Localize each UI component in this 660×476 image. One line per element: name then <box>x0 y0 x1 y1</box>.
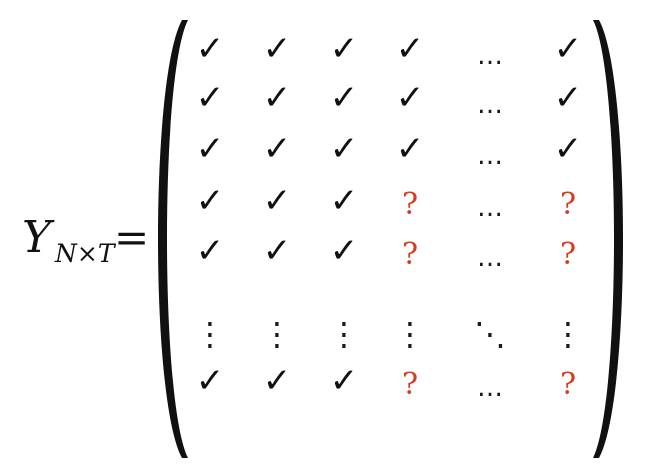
matrix-cell-observed: ✓ <box>554 29 583 69</box>
matrix-cell-ellipsis: ⋮ <box>552 315 584 353</box>
matrix-cell-observed: ✓ <box>263 231 292 271</box>
matrix-cell-missing: ? <box>560 367 576 402</box>
matrix-cell-observed: ✓ <box>330 231 359 271</box>
matrix-cell-missing: ? <box>402 187 418 222</box>
matrix-cell-observed: ✓ <box>330 361 359 401</box>
matrix-cell-observed: ✓ <box>263 29 292 69</box>
matrix-cell-ellipsis: … <box>477 141 503 171</box>
equals-sign: = <box>114 213 149 262</box>
matrix-cell-missing: ? <box>560 237 576 272</box>
left-parenthesis <box>158 20 188 458</box>
matrix-cell-observed: ✓ <box>263 78 292 118</box>
matrix-cell-observed: ✓ <box>196 78 225 118</box>
matrix-cell-observed: ✓ <box>330 78 359 118</box>
lhs-subscript: N×T <box>54 239 117 268</box>
matrix-cell-ellipsis: … <box>477 373 503 403</box>
matrix-cell-observed: ✓ <box>330 29 359 69</box>
matrix-cell-observed: ✓ <box>263 181 292 221</box>
matrix-cell-ellipsis: ⋮ <box>194 315 226 353</box>
matrix-cell-ellipsis: ⋮ <box>328 315 360 353</box>
matrix-cell-ellipsis: … <box>477 90 503 120</box>
equation-lhs: Y N×T = <box>22 212 149 268</box>
matrix-cell-ellipsis: ⋮ <box>394 315 426 353</box>
matrix-cell-missing: ? <box>402 367 418 402</box>
matrix-cell-observed: ✓ <box>396 78 425 118</box>
matrix-cell-observed: ✓ <box>396 29 425 69</box>
matrix-cell-observed: ✓ <box>196 29 225 69</box>
matrix-cell-ellipsis: … <box>477 243 503 273</box>
matrix-cell-observed: ✓ <box>554 129 583 169</box>
matrix-cell-observed: ✓ <box>263 129 292 169</box>
matrix-cell-observed: ✓ <box>196 129 225 169</box>
right-parenthesis <box>593 20 623 458</box>
matrix-cell-ellipsis: … <box>477 193 503 223</box>
lhs-symbol: Y <box>22 212 55 263</box>
matrix-cell-ellipsis: … <box>477 41 503 71</box>
matrix-cell-observed: ✓ <box>396 129 425 169</box>
matrix-cell-observed: ✓ <box>196 361 225 401</box>
matrix-cell-ellipsis: ⋮ <box>261 315 293 353</box>
equation-figure: Y N×T = ✓ ✓ ✓ ✓ … ✓ ✓ ✓ ✓ ✓ … ✓ ✓ ✓ ✓ ✓ … ✓ ✓ ✓ ✓? … ? ✓ ✓ ✓? … ? ⋮ ⋮… <box>22 20 623 458</box>
matrix-cell-missing: ? <box>402 237 418 272</box>
matrix-cell-observed: ✓ <box>196 231 225 271</box>
matrix-cell-observed: ✓ <box>196 181 225 221</box>
matrix-cell-observed: ✓ <box>330 129 359 169</box>
matrix-cell-observed: ✓ <box>554 78 583 118</box>
matrix-cell-missing: ? <box>560 187 576 222</box>
matrix-cell-observed: ✓ <box>330 181 359 221</box>
matrix-cell-ellipsis: ⋱ <box>474 315 506 353</box>
matrix-cell-observed: ✓ <box>263 361 292 401</box>
matrix-cells: ✓ ✓ ✓ ✓ … ✓ ✓ ✓ ✓ ✓ … ✓ ✓ ✓ ✓ ✓ … ✓ ✓ ✓ ✓? … ? ✓ ✓ ✓? … ? ⋮ ⋮ ⋮ ⋮ ⋱ ⋮ ✓ ✓ ✓?… <box>194 29 584 403</box>
